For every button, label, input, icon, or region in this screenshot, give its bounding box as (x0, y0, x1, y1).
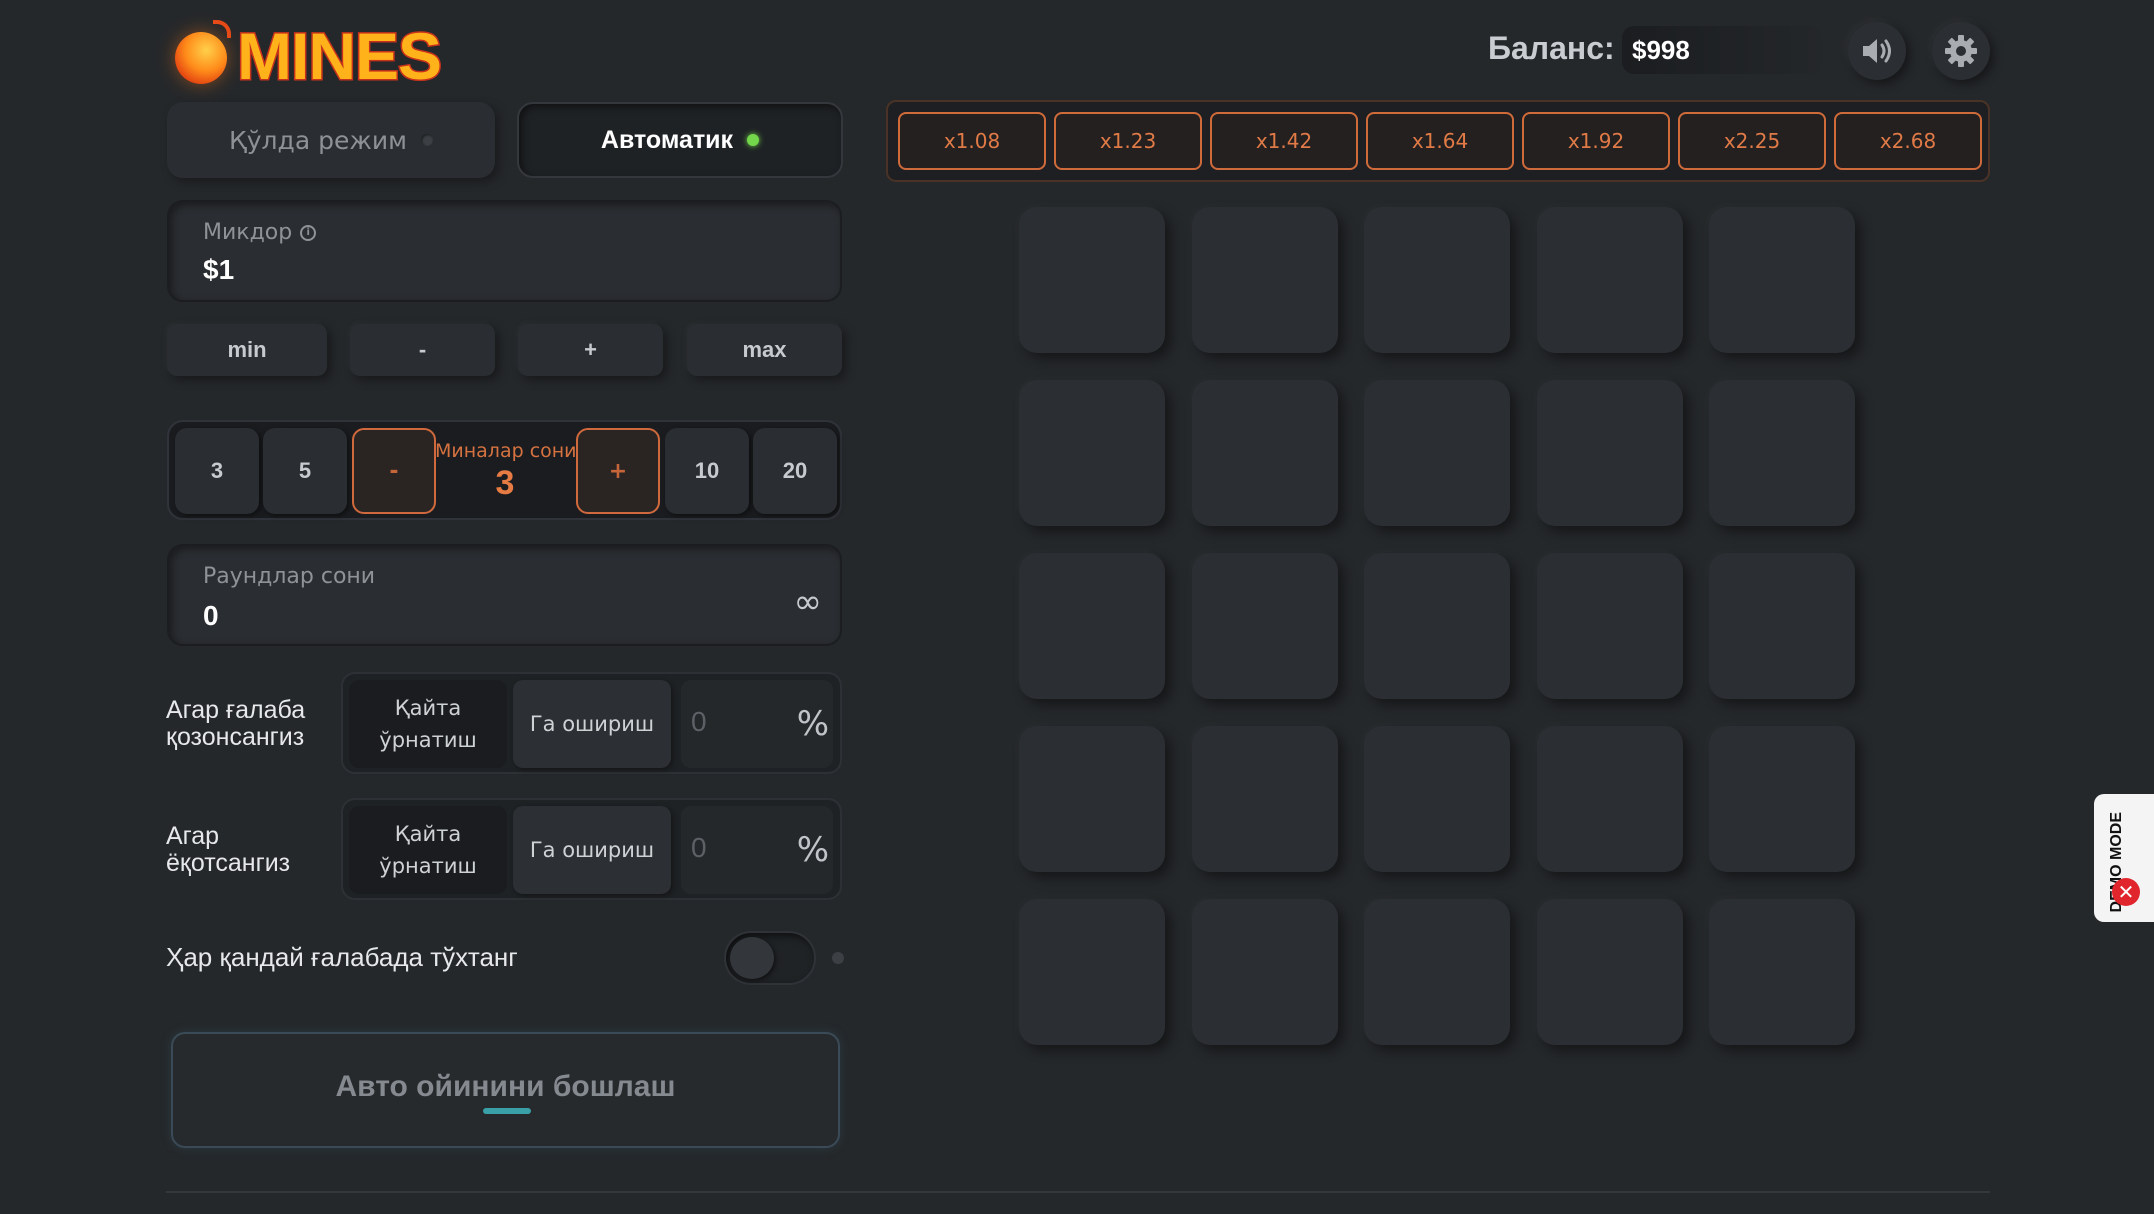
mines-option-20[interactable]: 20 (753, 428, 837, 514)
grid-tile[interactable] (1709, 553, 1855, 699)
grid-tile[interactable] (1019, 899, 1165, 1045)
bet-amount-value[interactable]: $1 (203, 254, 234, 286)
mines-logo: MINES (173, 15, 444, 93)
grid-tile[interactable] (1536, 207, 1683, 353)
stop-on-win-label: Ҳар қандай ғалабада тўхтанг (166, 942, 518, 972)
grid-tile[interactable] (1364, 380, 1510, 526)
mines-increase-button[interactable]: + (576, 428, 660, 514)
infinity-icon[interactable]: ∞ (794, 582, 822, 622)
on-loss-increase-button[interactable]: Га ошириш (513, 806, 671, 894)
on-loss-label: Агар ёқотсангиз (166, 822, 291, 877)
grid-tile[interactable] (1709, 380, 1855, 526)
grid-tile[interactable] (1019, 726, 1165, 872)
grid-tile[interactable] (1191, 899, 1338, 1045)
balance-display: $998 (1622, 26, 1822, 74)
tab-manual-label: Қўлда режим (229, 125, 407, 155)
grid-tile[interactable] (1364, 207, 1510, 353)
grid-tile[interactable] (1191, 553, 1338, 699)
decrease-bet-button[interactable]: - (350, 324, 495, 376)
stop-on-win-toggle[interactable] (724, 931, 816, 985)
on-win-increase-button[interactable]: Га ошириш (513, 680, 671, 768)
on-win-reset-button[interactable]: Қайта ўрнатиш (349, 680, 507, 768)
multiplier-cell: x1.92 (1522, 112, 1670, 170)
grid-tile[interactable] (1364, 899, 1510, 1045)
rounds-count-value[interactable]: 0 (203, 600, 219, 632)
mines-count-label: Миналар сони (435, 440, 577, 462)
rounds-count-label: Раундлар сони (203, 564, 376, 589)
on-loss-percent-value: 0 (691, 832, 707, 863)
bomb-fuse (213, 20, 231, 38)
grid-tile[interactable] (1019, 380, 1165, 526)
on-loss-controls: Қайта ўрнатиш Га ошириш 0 % (341, 798, 842, 900)
increase-bet-button[interactable]: + (518, 324, 663, 376)
grid-tile[interactable] (1364, 553, 1510, 699)
max-bet-button[interactable]: max (687, 324, 842, 376)
min-bet-button[interactable]: min (167, 324, 327, 376)
footer-divider (166, 1191, 1990, 1193)
on-win-label: Агар ғалаба қозонсангиз (166, 696, 306, 751)
gear-icon (1945, 35, 1977, 67)
multiplier-cell: x1.08 (898, 112, 1046, 170)
grid-tile[interactable] (1709, 726, 1855, 872)
start-button-underline (483, 1108, 531, 1114)
balance-label: Баланс: (1488, 30, 1615, 66)
mines-decrease-button[interactable]: - (352, 428, 436, 514)
mines-count-value: 3 (495, 464, 515, 502)
balance-value: $998 (1632, 34, 1690, 65)
percent-sign: % (796, 704, 829, 744)
demo-mode-badge[interactable]: DEMO MODE ✕ (2094, 794, 2154, 922)
on-win-percent-value: 0 (691, 706, 707, 737)
grid-tile[interactable] (1536, 899, 1683, 1045)
grid-tile[interactable] (1019, 553, 1165, 699)
multiplier-cell: x1.64 (1366, 112, 1514, 170)
on-win-percent-input[interactable]: 0 % (681, 680, 833, 768)
grid-tile[interactable] (1191, 207, 1338, 353)
percent-sign: % (796, 830, 829, 870)
start-auto-game-label: Авто ойинини бошлаш (335, 1070, 676, 1103)
grid-tile[interactable] (1191, 380, 1338, 526)
grid-tile[interactable] (1536, 553, 1683, 699)
settings-button[interactable] (1932, 22, 1990, 80)
rounds-count-field[interactable]: Раундлар сони 0 ∞ (167, 544, 842, 646)
grid-tile[interactable] (1709, 899, 1855, 1045)
logo-text: MINES (235, 19, 443, 93)
sound-button[interactable] (1848, 22, 1906, 80)
grid-tile[interactable] (1364, 726, 1510, 872)
mines-count-selector: 3 5 - Миналар сони 3 + 10 20 (167, 420, 842, 520)
grid-tile[interactable] (1191, 726, 1338, 872)
bet-amount-label-row: Микдор i (203, 220, 317, 245)
grid-tile[interactable] (1536, 380, 1683, 526)
inactive-indicator-dot (420, 134, 433, 146)
mines-option-10[interactable]: 10 (665, 428, 749, 514)
multiplier-cell: x2.25 (1678, 112, 1826, 170)
tab-auto-mode[interactable]: Автоматик (517, 102, 843, 178)
bet-amount-label: Микдор (203, 220, 293, 245)
mines-count-display: Миналар сони 3 (435, 428, 577, 514)
speaker-icon (1863, 39, 1891, 63)
grid-tile[interactable] (1536, 726, 1683, 872)
on-loss-reset-button[interactable]: Қайта ўрнатиш (349, 806, 507, 894)
tab-auto-label: Автоматик (600, 125, 734, 154)
on-loss-percent-input[interactable]: 0 % (681, 806, 833, 894)
close-icon[interactable]: ✕ (2112, 878, 2140, 906)
multiplier-cell: x2.68 (1834, 112, 1982, 170)
bomb-icon (175, 32, 227, 84)
grid-tile[interactable] (1019, 207, 1165, 353)
multiplier-cell: x1.42 (1210, 112, 1358, 170)
start-auto-game-button[interactable]: Авто ойинини бошлаш (171, 1032, 840, 1148)
multiplier-strip: x1.08 x1.23 x1.42 x1.64 x1.92 x2.25 x2.68 (886, 100, 1990, 182)
mines-option-5[interactable]: 5 (263, 428, 347, 514)
toggle-knob (730, 937, 774, 979)
info-icon[interactable]: i (300, 224, 317, 241)
mines-option-3[interactable]: 3 (175, 428, 259, 514)
tab-manual-mode[interactable]: Қўлда режим (167, 102, 495, 178)
active-indicator-dot (747, 134, 760, 146)
toggle-indicator-dot (832, 952, 844, 964)
on-win-controls: Қайта ўрнатиш Га ошириш 0 % (341, 672, 842, 774)
multiplier-cell: x1.23 (1054, 112, 1202, 170)
grid-tile[interactable] (1709, 207, 1855, 353)
bet-amount-field[interactable]: Микдор i $1 (167, 200, 842, 302)
